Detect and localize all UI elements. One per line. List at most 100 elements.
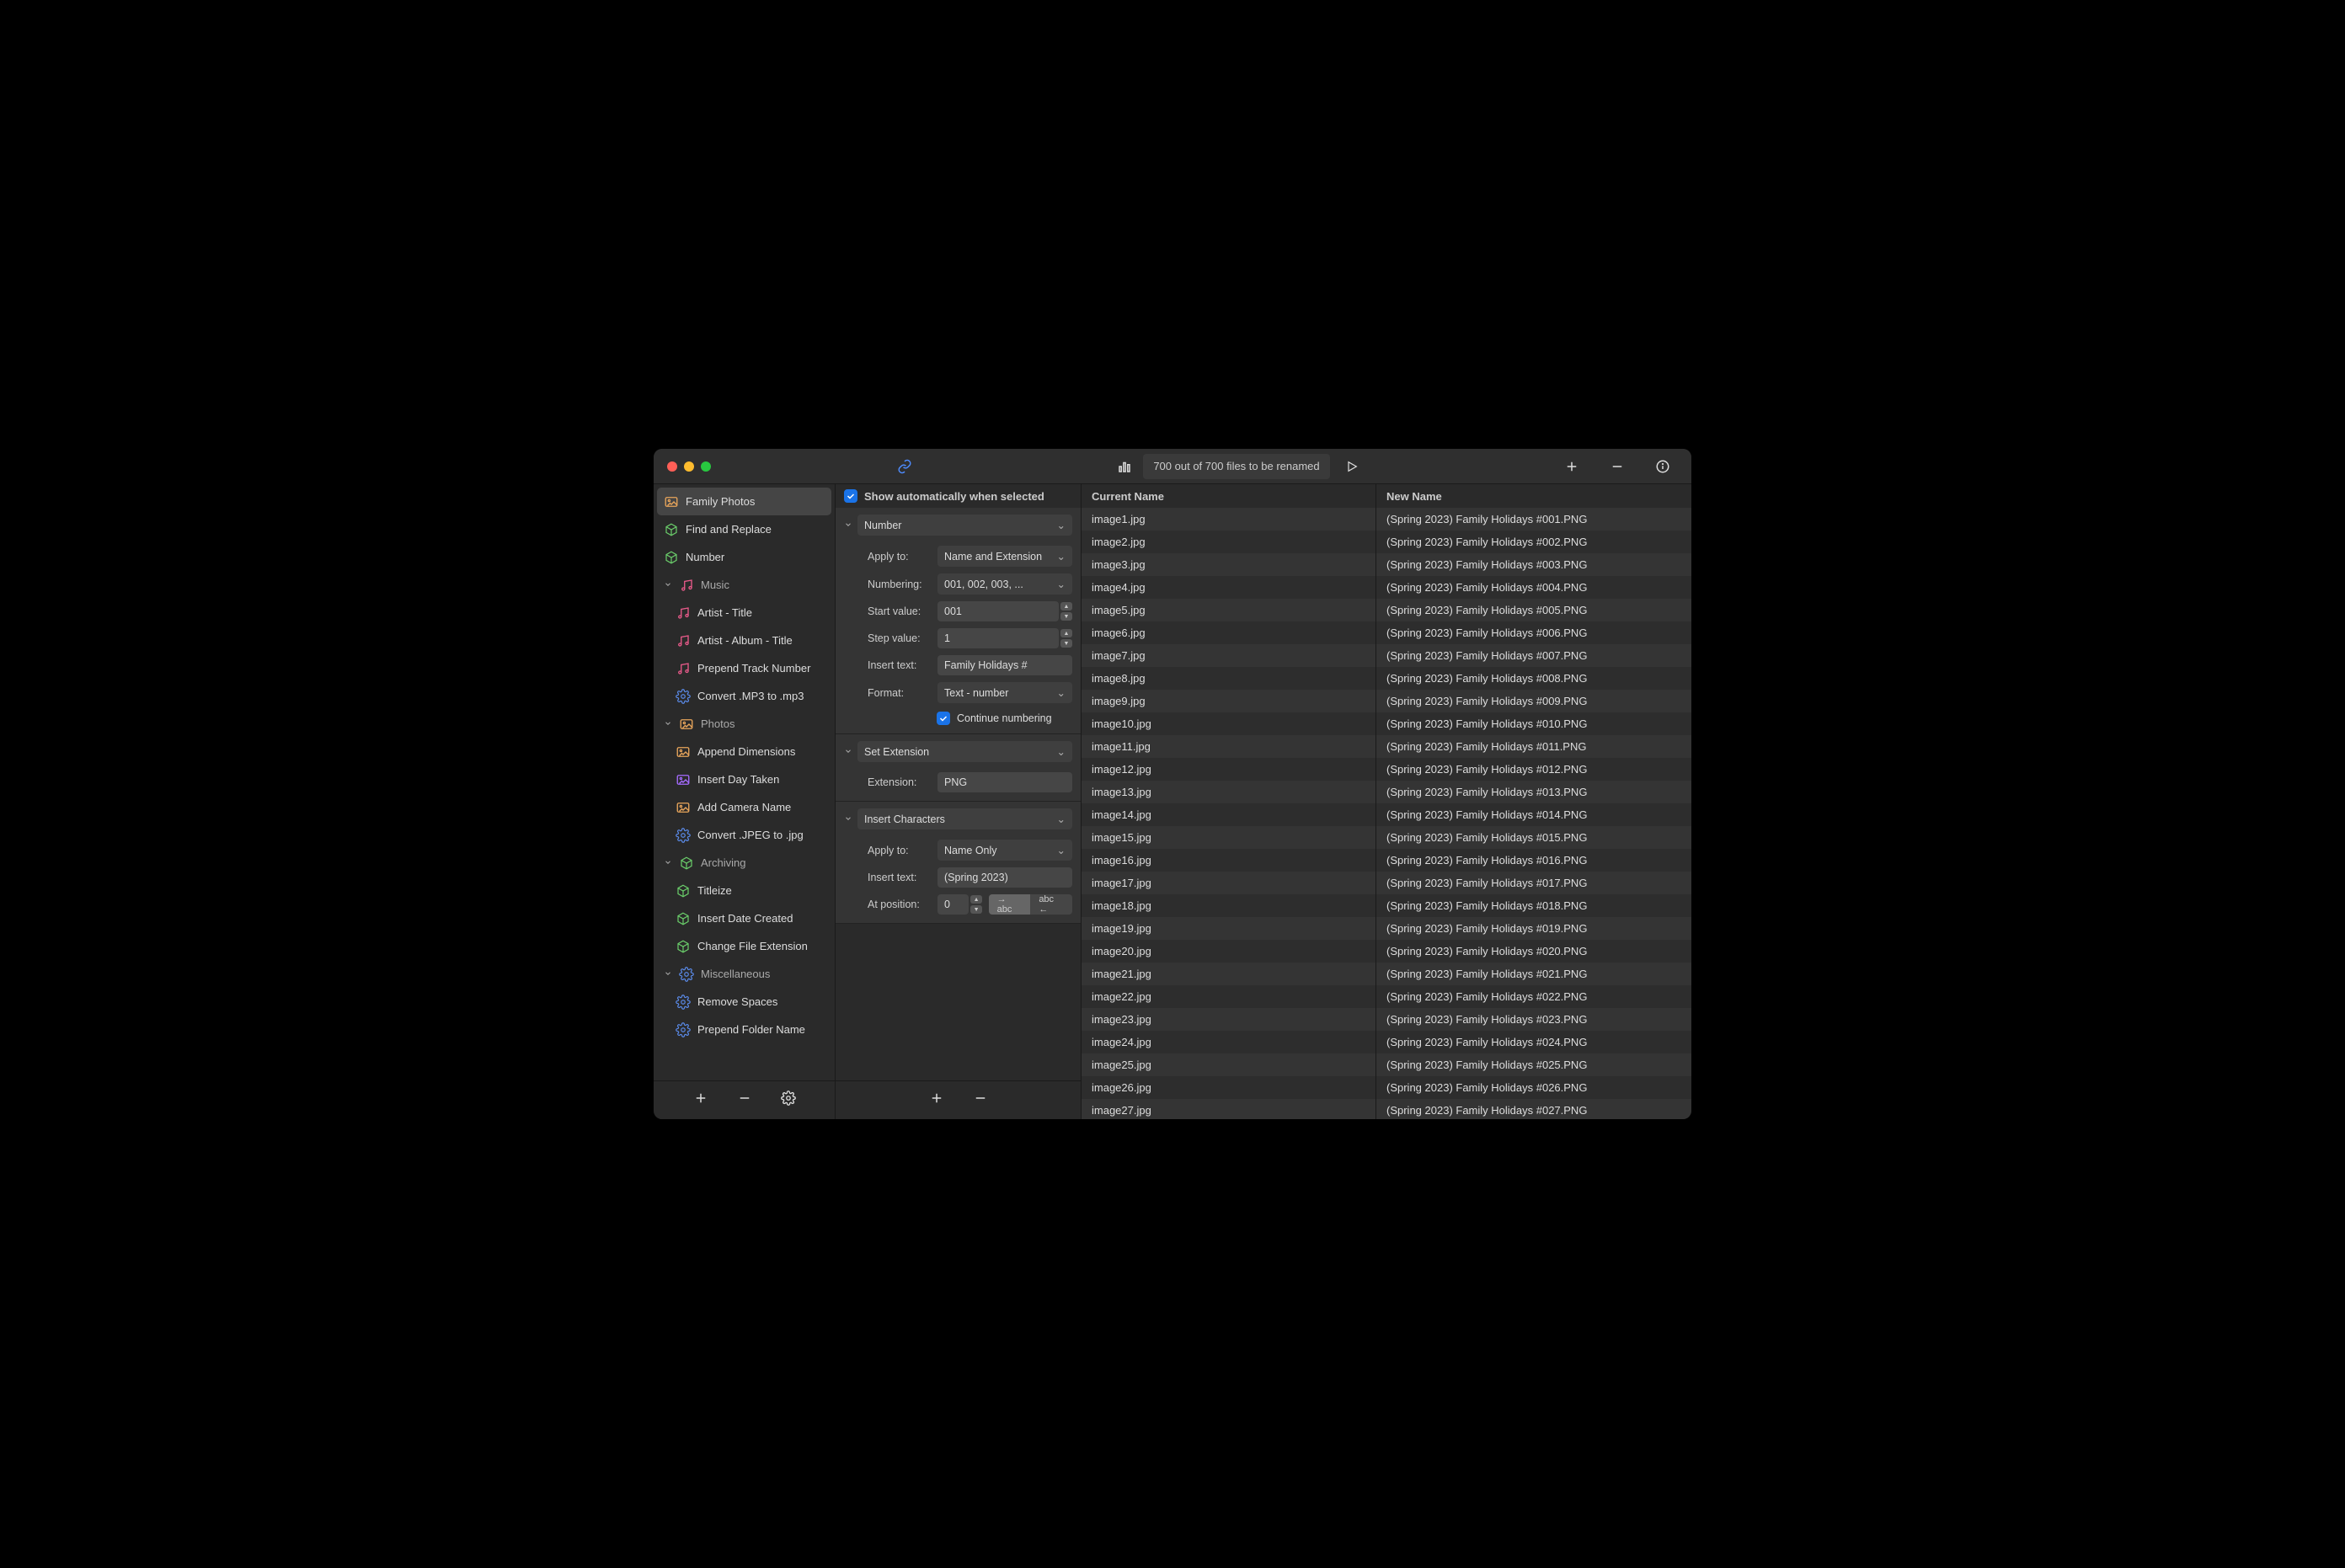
file-row[interactable]: image5.jpg(Spring 2023) Family Holidays …	[1082, 599, 1691, 621]
file-row[interactable]: image22.jpg(Spring 2023) Family Holidays…	[1082, 985, 1691, 1008]
rules-add[interactable]	[929, 1091, 944, 1110]
minimize-window[interactable]	[684, 461, 694, 472]
sidebar-item[interactable]: Prepend Track Number	[657, 654, 831, 682]
extension-value: PNG	[944, 776, 967, 788]
continue-numbering-checkbox[interactable]	[937, 712, 950, 725]
file-row[interactable]: image11.jpg(Spring 2023) Family Holidays…	[1082, 735, 1691, 758]
file-row[interactable]: image8.jpg(Spring 2023) Family Holidays …	[1082, 667, 1691, 690]
sidebar-group[interactable]: Archiving	[657, 849, 831, 877]
sidebar-add[interactable]	[693, 1091, 708, 1110]
cube-green-icon	[676, 939, 691, 954]
sidebar-item[interactable]: Number	[657, 543, 831, 571]
file-row[interactable]: image10.jpg(Spring 2023) Family Holidays…	[1082, 712, 1691, 735]
step-value-input[interactable]: 1▲▼	[937, 628, 1059, 648]
file-row[interactable]: image15.jpg(Spring 2023) Family Holidays…	[1082, 826, 1691, 849]
file-row[interactable]: image19.jpg(Spring 2023) Family Holidays…	[1082, 917, 1691, 940]
sidebar-item[interactable]: Family Photos	[657, 488, 831, 515]
rules-remove[interactable]	[973, 1091, 988, 1110]
sidebar-item[interactable]: Artist - Title	[657, 599, 831, 627]
show-auto-checkbox[interactable]	[844, 489, 857, 503]
sidebar-settings[interactable]	[781, 1091, 796, 1110]
start-stepper[interactable]: ▲▼	[1060, 601, 1072, 621]
file-row[interactable]: image9.jpg(Spring 2023) Family Holidays …	[1082, 690, 1691, 712]
rule-type-select[interactable]: Number⌄	[857, 515, 1072, 536]
file-row[interactable]: image23.jpg(Spring 2023) Family Holidays…	[1082, 1008, 1691, 1031]
stats-icon[interactable]	[1108, 459, 1141, 474]
position-stepper[interactable]: ▲▼	[970, 894, 982, 915]
apply-to-select[interactable]: Name Only⌄	[937, 840, 1072, 861]
sidebar-item[interactable]: Artist - Album - Title	[657, 627, 831, 654]
sidebar-item[interactable]: Remove Spaces	[657, 988, 831, 1016]
rule-type-select[interactable]: Insert Characters⌄	[857, 808, 1072, 829]
sidebar-item[interactable]: Titleize	[657, 877, 831, 904]
direction-backward[interactable]: abc ←	[1030, 894, 1072, 915]
new-name-cell: (Spring 2023) Family Holidays #025.PNG	[1376, 1053, 1691, 1076]
column-current-name[interactable]: Current Name	[1082, 484, 1376, 508]
add-button[interactable]	[1555, 459, 1589, 474]
current-name-cell: image20.jpg	[1082, 940, 1376, 963]
file-row[interactable]: image17.jpg(Spring 2023) Family Holidays…	[1082, 872, 1691, 894]
file-row[interactable]: image7.jpg(Spring 2023) Family Holidays …	[1082, 644, 1691, 667]
apply-to-select[interactable]: Name and Extension⌄	[937, 546, 1072, 567]
numbering-select[interactable]: 001, 002, 003, ...⌄	[937, 573, 1072, 595]
sidebar-group[interactable]: Music	[657, 571, 831, 599]
sidebar-item[interactable]: Insert Day Taken	[657, 765, 831, 793]
file-row[interactable]: image12.jpg(Spring 2023) Family Holidays…	[1082, 758, 1691, 781]
info-button[interactable]	[1646, 459, 1680, 474]
minus-button[interactable]	[1600, 459, 1634, 474]
file-row[interactable]: image13.jpg(Spring 2023) Family Holidays…	[1082, 781, 1691, 803]
file-row[interactable]: image26.jpg(Spring 2023) Family Holidays…	[1082, 1076, 1691, 1099]
file-row[interactable]: image3.jpg(Spring 2023) Family Holidays …	[1082, 553, 1691, 576]
file-row[interactable]: image18.jpg(Spring 2023) Family Holidays…	[1082, 894, 1691, 917]
file-row[interactable]: image6.jpg(Spring 2023) Family Holidays …	[1082, 621, 1691, 644]
format-select[interactable]: Text - number⌄	[937, 682, 1072, 703]
insert-text-input[interactable]: (Spring 2023)	[937, 867, 1072, 888]
rule-type-select[interactable]: Set Extension⌄	[857, 741, 1072, 762]
column-new-name[interactable]: New Name	[1376, 484, 1691, 508]
direction-segment[interactable]: → abc abc ←	[989, 894, 1072, 915]
direction-forward[interactable]: → abc	[989, 894, 1031, 915]
file-row[interactable]: image25.jpg(Spring 2023) Family Holidays…	[1082, 1053, 1691, 1076]
current-name-cell: image27.jpg	[1082, 1099, 1376, 1119]
new-name-cell: (Spring 2023) Family Holidays #019.PNG	[1376, 917, 1691, 940]
sidebar-item[interactable]: Change File Extension	[657, 932, 831, 960]
collapse-icon[interactable]	[844, 744, 852, 760]
sidebar-item[interactable]: Insert Date Created	[657, 904, 831, 932]
step-stepper[interactable]: ▲▼	[1060, 628, 1072, 648]
sidebar-item[interactable]: Append Dimensions	[657, 738, 831, 765]
sidebar-item[interactable]: Prepend Folder Name	[657, 1016, 831, 1043]
sidebar-remove[interactable]	[737, 1091, 752, 1110]
photo-amber-icon	[679, 717, 694, 732]
sidebar-item[interactable]: Convert .MP3 to .mp3	[657, 682, 831, 710]
preview-rows: image1.jpg(Spring 2023) Family Holidays …	[1082, 508, 1691, 1119]
play-button[interactable]	[1335, 460, 1369, 473]
file-row[interactable]: image2.jpg(Spring 2023) Family Holidays …	[1082, 531, 1691, 553]
current-name-cell: image13.jpg	[1082, 781, 1376, 803]
link-icon[interactable]	[888, 459, 921, 474]
close-window[interactable]	[667, 461, 677, 472]
file-row[interactable]: image27.jpg(Spring 2023) Family Holidays…	[1082, 1099, 1691, 1119]
insert-text-input[interactable]: Family Holidays #	[937, 655, 1072, 675]
sidebar-group[interactable]: Photos	[657, 710, 831, 738]
current-name-cell: image10.jpg	[1082, 712, 1376, 735]
sidebar-item[interactable]: Find and Replace	[657, 515, 831, 543]
position-input[interactable]: 0▲▼	[937, 894, 969, 915]
file-row[interactable]: image14.jpg(Spring 2023) Family Holidays…	[1082, 803, 1691, 826]
file-row[interactable]: image1.jpg(Spring 2023) Family Holidays …	[1082, 508, 1691, 531]
zoom-window[interactable]	[701, 461, 711, 472]
file-row[interactable]: image24.jpg(Spring 2023) Family Holidays…	[1082, 1031, 1691, 1053]
collapse-icon[interactable]	[844, 812, 852, 827]
file-row[interactable]: image16.jpg(Spring 2023) Family Holidays…	[1082, 849, 1691, 872]
new-name-cell: (Spring 2023) Family Holidays #010.PNG	[1376, 712, 1691, 735]
current-name-cell: image16.jpg	[1082, 849, 1376, 872]
extension-input[interactable]: PNG	[937, 772, 1072, 792]
file-row[interactable]: image21.jpg(Spring 2023) Family Holidays…	[1082, 963, 1691, 985]
rules-footer	[836, 1080, 1081, 1119]
sidebar-group[interactable]: Miscellaneous	[657, 960, 831, 988]
file-row[interactable]: image4.jpg(Spring 2023) Family Holidays …	[1082, 576, 1691, 599]
sidebar-item[interactable]: Convert .JPEG to .jpg	[657, 821, 831, 849]
file-row[interactable]: image20.jpg(Spring 2023) Family Holidays…	[1082, 940, 1691, 963]
sidebar-item[interactable]: Add Camera Name	[657, 793, 831, 821]
start-value-input[interactable]: 001▲▼	[937, 601, 1059, 621]
collapse-icon[interactable]	[844, 518, 852, 533]
